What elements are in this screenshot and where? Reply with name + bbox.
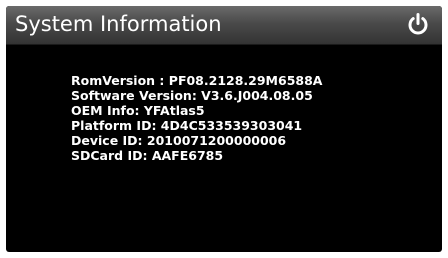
power-icon — [408, 13, 428, 35]
device-screen: System Information RomVersion : PF08.212… — [6, 6, 442, 252]
device-id-text: Device ID: 2010071200000006 — [71, 133, 287, 148]
platform-id-text: Platform ID: 4D4C533539303041 — [71, 118, 303, 133]
sdcard-id-text: SDCard ID: AAFE6785 — [71, 148, 224, 163]
page-title: System Information — [15, 12, 222, 36]
rom-version-text: RomVersion : PF08.2128.29M6588A — [71, 73, 323, 88]
oem-info-text: OEM Info: YFAtlas5 — [71, 103, 205, 118]
system-info-list: RomVersion : PF08.2128.29M6588A Software… — [71, 73, 322, 163]
power-button[interactable] — [406, 12, 430, 36]
software-version-text: Software Version: V3.6.J004.08.05 — [71, 88, 313, 103]
title-bar: System Information — [6, 6, 442, 45]
